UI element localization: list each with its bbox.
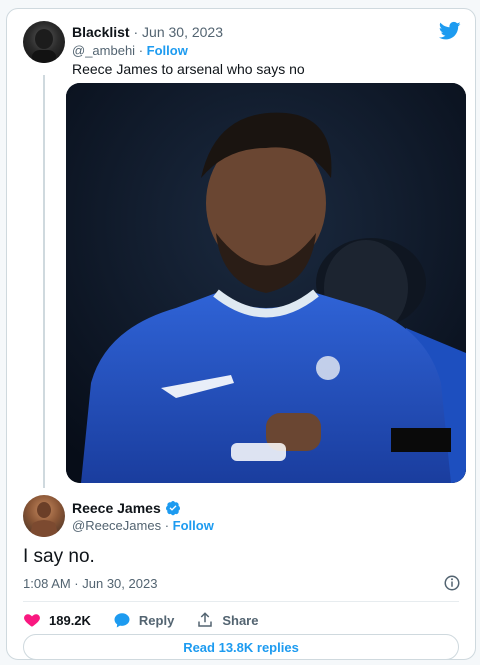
follow-button[interactable]: Follow bbox=[173, 518, 214, 533]
reply-button[interactable]: Reply bbox=[113, 611, 174, 629]
author-handle-row: @ReeceJames · Follow bbox=[72, 517, 214, 535]
action-bar: 189.2K Reply Share bbox=[23, 611, 280, 629]
reply-icon bbox=[114, 613, 130, 628]
share-icon bbox=[198, 612, 213, 627]
like-count: 189.2K bbox=[49, 612, 91, 628]
separator-dot: · bbox=[138, 43, 144, 58]
heart-icon bbox=[24, 614, 40, 627]
author-name[interactable]: Blacklist bbox=[72, 24, 130, 40]
avatar[interactable] bbox=[23, 495, 65, 537]
follow-button[interactable]: Follow bbox=[147, 43, 188, 58]
share-button[interactable]: Share bbox=[196, 611, 258, 629]
reply-label: Reply bbox=[138, 612, 175, 628]
read-replies-button[interactable]: Read 13.8K replies bbox=[23, 634, 459, 660]
author-name-row: Reece James bbox=[72, 499, 181, 517]
divider bbox=[23, 601, 459, 602]
separator-dot: · bbox=[164, 518, 170, 533]
share-label: Share bbox=[222, 612, 259, 628]
twitter-bird-icon[interactable] bbox=[439, 21, 461, 41]
timestamp[interactable]: 1:08 AM · Jun 30, 2023 bbox=[23, 575, 157, 593]
thread-connector-line bbox=[43, 75, 45, 488]
author-handle-row: @_ambehi · Follow bbox=[72, 42, 188, 60]
like-button[interactable]: 189.2K bbox=[23, 611, 91, 629]
tweet-embed-card: Blacklist · Jun 30, 2023 @_ambehi · Foll… bbox=[6, 8, 476, 660]
verified-badge-icon bbox=[165, 501, 180, 516]
author-handle[interactable]: @ReeceJames bbox=[72, 518, 161, 533]
separator-dot: · bbox=[133, 24, 139, 40]
tweet-header: Blacklist · Jun 30, 2023 bbox=[72, 23, 223, 41]
author-name[interactable]: Reece James bbox=[72, 499, 161, 517]
avatar[interactable] bbox=[23, 21, 65, 63]
info-icon[interactable] bbox=[443, 574, 461, 592]
author-handle[interactable]: @_ambehi bbox=[72, 43, 135, 58]
reply-text: I say no. bbox=[23, 546, 95, 567]
tweet-text: Reece James to arsenal who says no bbox=[72, 61, 305, 77]
tweet-image[interactable] bbox=[66, 83, 466, 483]
tweet-date[interactable]: Jun 30, 2023 bbox=[142, 24, 223, 40]
